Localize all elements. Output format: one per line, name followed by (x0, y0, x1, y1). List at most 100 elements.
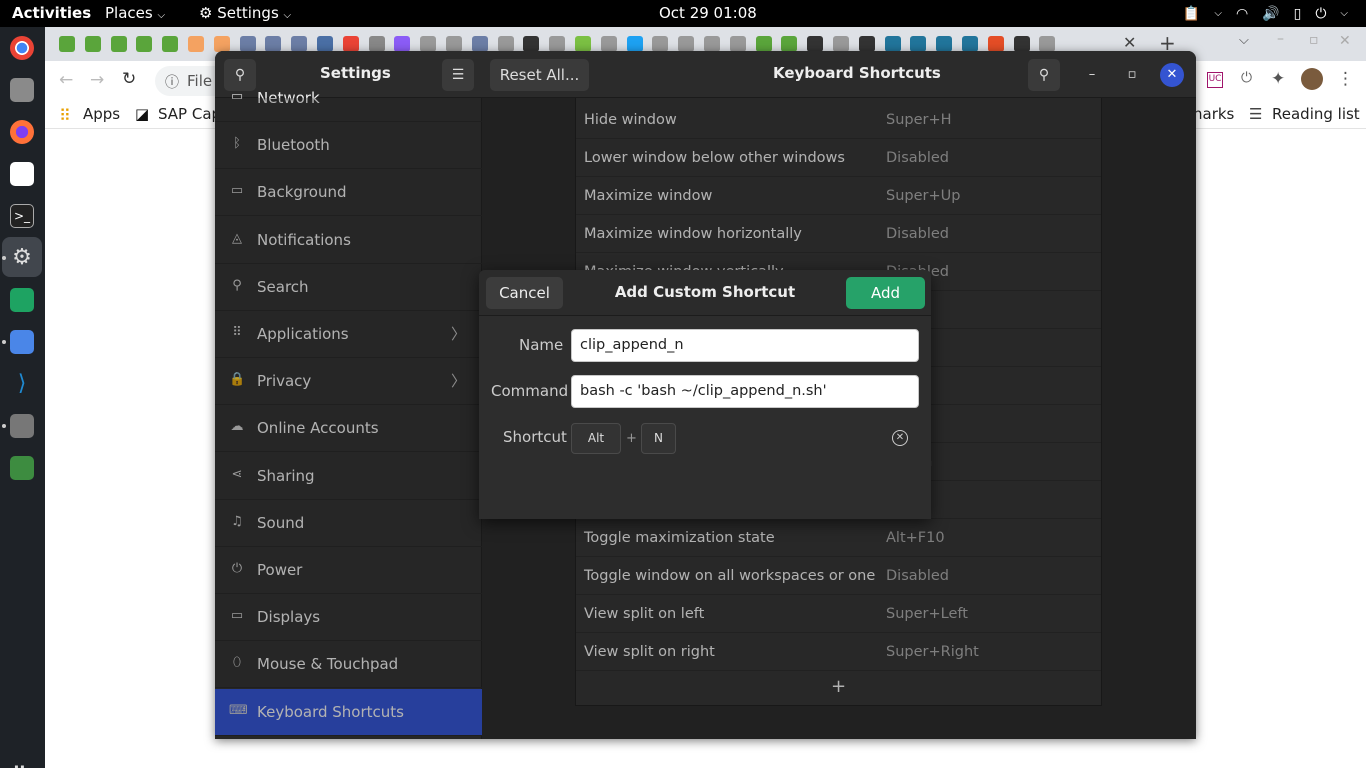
tab-favicon[interactable] (600, 36, 617, 52)
tab-favicon[interactable] (781, 36, 798, 52)
top-bar: Activities Places ⌵ ⚙ Settings ⌵ Oct 29 … (0, 0, 1366, 27)
volume-icon[interactable]: 🔊 (1262, 6, 1279, 22)
clock[interactable]: Oct 29 01:08 (659, 0, 757, 27)
slack-icon[interactable] (10, 162, 34, 186)
add-button[interactable]: Add (846, 277, 925, 309)
power-extension-icon[interactable]: ⏻ (1241, 70, 1252, 86)
chevron-down-icon[interactable]: ⌵ (1340, 8, 1348, 19)
shortcut-key-n[interactable]: N (641, 423, 676, 454)
apps-grid-icon[interactable]: ⠿ (59, 106, 71, 125)
bookmark-other[interactable]: harks (1193, 105, 1234, 123)
close-window-icon[interactable]: ✕ (1339, 33, 1351, 49)
tab-favicon[interactable] (497, 36, 514, 52)
tab-favicon[interactable] (678, 36, 695, 52)
chrome-icon[interactable] (10, 36, 34, 60)
tab-favicon[interactable] (936, 36, 953, 52)
close-tab-icon[interactable]: ✕ (1123, 33, 1136, 52)
menu-icon[interactable]: ⋮ (1337, 69, 1354, 89)
tab-favicon[interactable] (549, 36, 566, 52)
chevron-down-icon[interactable]: ⌵ (1214, 8, 1222, 19)
tab-favicon[interactable] (755, 36, 772, 52)
settings-icon[interactable]: ⚙ (10, 246, 34, 270)
tab-favicon[interactable] (162, 36, 179, 52)
tab-favicon[interactable] (962, 36, 978, 52)
tab-favicon[interactable] (704, 36, 720, 52)
cancel-button[interactable]: Cancel (486, 277, 563, 309)
back-icon[interactable]: ← (59, 70, 73, 90)
tab-favicon[interactable] (910, 36, 927, 52)
tab-favicon[interactable] (188, 36, 204, 52)
running-indicator (2, 424, 6, 428)
tab-favicon[interactable] (59, 36, 75, 52)
tab-favicon[interactable] (136, 36, 153, 52)
minimize-icon[interactable]: – (1277, 31, 1284, 47)
system-tray[interactable]: 📋 ⌵ ◠ 🔊 ▯ ⏻ ⌵ (1183, 0, 1348, 27)
chat-icon[interactable] (10, 288, 34, 312)
bookmark-sap[interactable]: SAP Cap (158, 105, 221, 123)
tab-favicon[interactable] (833, 36, 849, 52)
tab-favicon[interactable] (291, 36, 308, 52)
firefox-icon[interactable] (10, 120, 34, 144)
tab-favicon[interactable] (84, 36, 101, 52)
shortcut-search-button[interactable]: ⚲ (1028, 59, 1060, 91)
tab-favicon[interactable] (987, 36, 1004, 52)
clear-shortcut-icon[interactable]: ✕ (892, 430, 908, 446)
tab-favicon[interactable] (368, 36, 385, 52)
installer-icon[interactable] (10, 78, 34, 102)
maximize-icon[interactable]: ▫ (1309, 32, 1319, 48)
maximize-icon[interactable]: ▫ (1120, 63, 1144, 87)
tab-search-icon[interactable]: ⌵ (1239, 33, 1249, 48)
tab-favicon[interactable] (239, 36, 256, 52)
activities-button[interactable]: Activities (12, 0, 91, 27)
avatar[interactable] (1301, 68, 1323, 90)
reload-icon[interactable]: ↻ (122, 69, 136, 89)
tab-favicon[interactable] (523, 36, 540, 52)
extension-uc-icon[interactable]: UC (1207, 72, 1223, 88)
forward-icon[interactable]: → (90, 70, 104, 90)
show-apps-icon[interactable]: ⠿ (12, 764, 32, 768)
close-window-button[interactable]: ✕ (1160, 63, 1184, 87)
tab-favicon[interactable] (729, 36, 746, 52)
info-icon: ⓘ (165, 75, 179, 91)
name-field[interactable]: clip_append_n (571, 329, 919, 362)
terminal-icon[interactable]: >_ (10, 204, 34, 228)
tab-favicon[interactable] (420, 36, 437, 52)
power-icon[interactable]: ⏻ (1315, 6, 1326, 22)
tab-favicon[interactable] (342, 36, 359, 52)
usb-icon[interactable] (10, 414, 34, 438)
reset-all-button[interactable]: Reset All... (490, 59, 589, 91)
command-field[interactable]: bash -c 'bash ~/clip_append_n.sh' (571, 375, 919, 408)
tab-favicon[interactable] (1039, 36, 1056, 52)
document-icon[interactable] (10, 330, 34, 354)
places-menu[interactable]: Places ⌵ (105, 0, 165, 27)
minimize-icon[interactable]: – (1080, 63, 1104, 87)
tab-favicon[interactable] (858, 36, 875, 52)
app-menu[interactable]: ⚙ Settings ⌵ (199, 0, 291, 27)
page-title: Keyboard Shortcuts (773, 64, 941, 82)
tab-favicon[interactable] (265, 36, 282, 52)
vscode-icon[interactable]: ⟩ (10, 372, 34, 396)
bookmark-reading-list[interactable]: Reading list (1272, 105, 1360, 123)
tab-favicon[interactable] (626, 36, 643, 52)
reading-list-icon: ☰ (1249, 105, 1263, 123)
shortcut-key-alt[interactable]: Alt (571, 423, 621, 454)
tab-favicon[interactable] (317, 36, 333, 52)
tab-favicon[interactable] (446, 36, 462, 52)
trash-icon[interactable] (10, 456, 34, 480)
clipboard-icon[interactable]: 📋 (1183, 6, 1200, 22)
tab-favicon[interactable] (213, 36, 230, 52)
extensions-icon[interactable]: ✦ (1271, 69, 1285, 89)
wifi-icon[interactable]: ◠ (1236, 6, 1248, 22)
name-label: Name (519, 336, 564, 354)
tab-favicon[interactable] (807, 36, 824, 52)
tab-favicon[interactable] (394, 36, 411, 52)
omnibox-text: File (187, 72, 213, 90)
tab-favicon[interactable] (110, 36, 127, 52)
tab-favicon[interactable] (471, 36, 488, 52)
bookmark-apps[interactable]: Apps (83, 105, 120, 123)
tab-favicon[interactable] (575, 36, 591, 52)
battery-icon[interactable]: ▯ (1294, 6, 1302, 22)
tab-favicon[interactable] (884, 36, 901, 52)
tab-favicon[interactable] (652, 36, 669, 52)
tab-favicon[interactable] (1013, 36, 1030, 52)
